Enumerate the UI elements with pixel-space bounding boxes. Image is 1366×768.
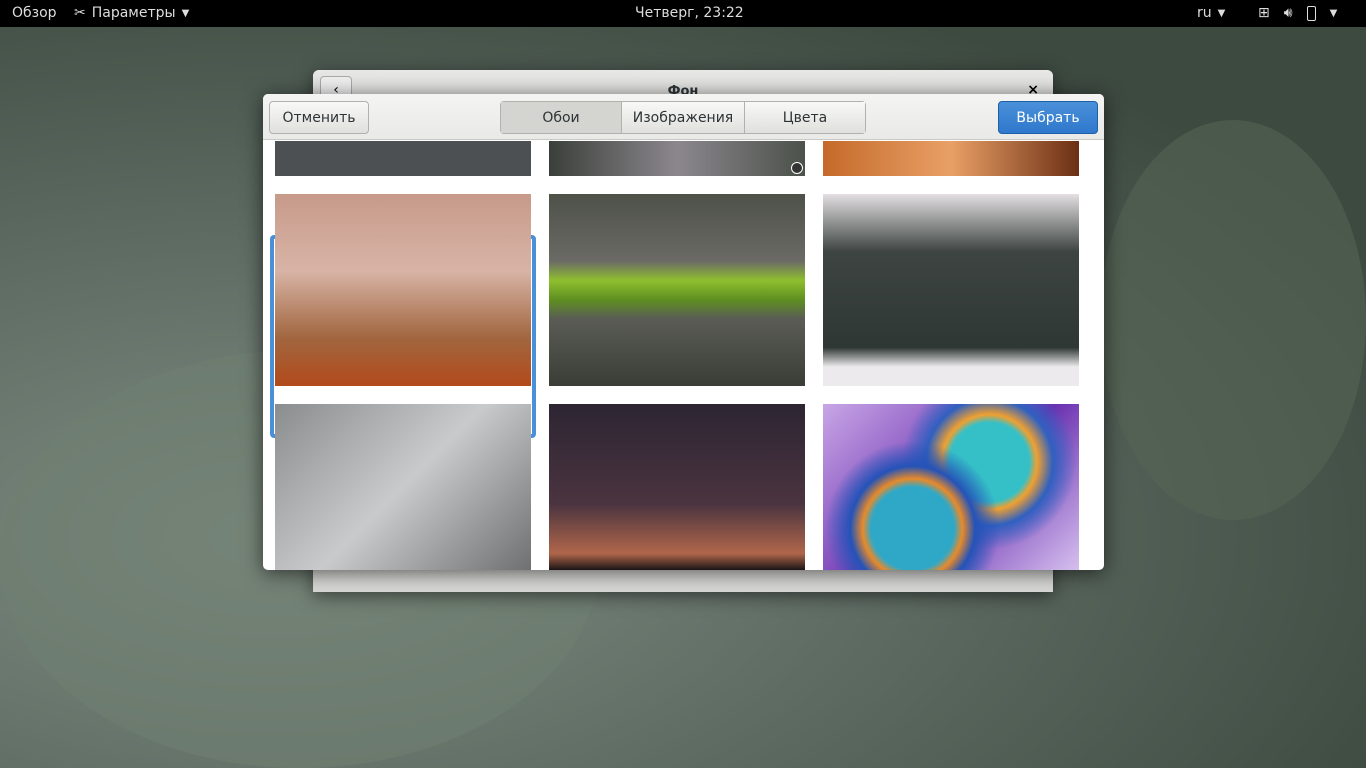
keyboard-layout[interactable]: ru ▼ xyxy=(1197,5,1225,21)
clock-label: Четверг, 23:22 xyxy=(635,5,744,21)
wallpaper-thumb-green-spiral[interactable] xyxy=(549,194,805,386)
clock[interactable]: Четверг, 23:22 xyxy=(635,5,744,21)
select-button[interactable]: Выбрать xyxy=(998,101,1098,134)
wallpaper-thumb-orange-tentacles[interactable] xyxy=(823,141,1079,176)
activities-label: Обзор xyxy=(12,5,57,21)
chevron-down-icon: ▼ xyxy=(1329,7,1338,19)
battery-icon xyxy=(1306,5,1316,21)
wallpaper-thumb-snowy-forest[interactable] xyxy=(823,194,1079,386)
chevron-down-icon: ▼ xyxy=(1217,7,1226,19)
top-bar: Обзор ✂ Параметры ▼ Четверг, 23:22 ru ▼ ⊞ 🔊… xyxy=(0,0,1366,27)
cancel-button[interactable]: Отменить xyxy=(269,101,369,134)
wallpaper-thumb-autumn-forest[interactable] xyxy=(275,194,531,386)
wallpaper-grid xyxy=(263,141,1104,570)
chevron-down-icon: ▼ xyxy=(181,7,190,19)
tools-icon: ✂ xyxy=(74,5,86,21)
activities-button[interactable]: Обзор xyxy=(12,5,57,21)
dialog-header: Отменить Обои Изображения Цвета Выбрать xyxy=(263,94,1104,140)
wallpaper-thumb-gray-blur[interactable] xyxy=(549,141,805,176)
volume-icon: 🔊︎ xyxy=(1283,5,1293,21)
app-menu-label: Параметры xyxy=(91,5,176,21)
tab-colors[interactable]: Цвета xyxy=(745,102,865,133)
wallpaper-leaf xyxy=(1100,120,1366,520)
system-menu[interactable]: ⊞ 🔊︎ ▼ xyxy=(1258,5,1337,21)
network-icon: ⊞ xyxy=(1258,5,1270,21)
wallpaper-dialog: Отменить Обои Изображения Цвета Выбрать xyxy=(263,94,1104,570)
wallpaper-thumb-abstract-lines[interactable] xyxy=(275,141,531,176)
wallpaper-thumb-night-sky[interactable] xyxy=(549,404,805,570)
wallpaper-thumb-colorful-rings[interactable] xyxy=(823,404,1079,570)
source-switcher: Обои Изображения Цвета xyxy=(500,101,866,134)
app-menu[interactable]: ✂ Параметры ▼ xyxy=(74,5,189,21)
layout-label: ru xyxy=(1197,5,1212,21)
slideshow-icon xyxy=(791,162,803,174)
wallpaper-thumb-concrete-building[interactable] xyxy=(275,404,531,570)
tab-pictures[interactable]: Изображения xyxy=(622,102,745,133)
tab-wallpapers[interactable]: Обои xyxy=(501,102,622,133)
